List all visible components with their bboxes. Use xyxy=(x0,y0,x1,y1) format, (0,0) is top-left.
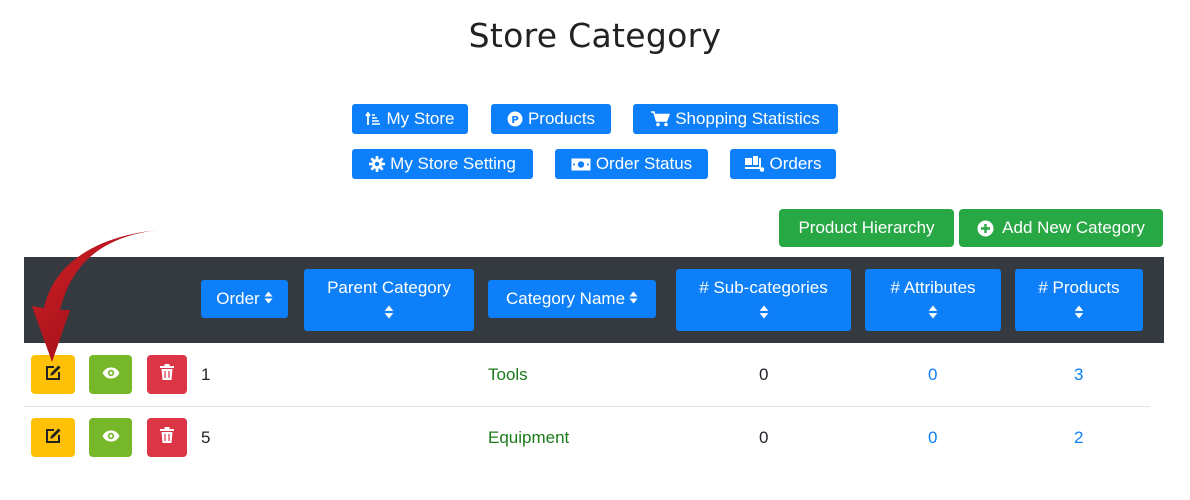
add-new-category-label: Add New Category xyxy=(1002,218,1145,237)
view-button[interactable] xyxy=(89,355,132,394)
product-hierarchy-button[interactable]: Product Hierarchy xyxy=(779,209,954,247)
sort-icon xyxy=(264,289,273,309)
add-new-category-button[interactable]: Add New Category xyxy=(959,209,1163,247)
truck-loading-icon xyxy=(744,156,765,172)
sub-categories-count: 0 xyxy=(759,428,769,447)
table-row: 5 Equipment 0 0 2 xyxy=(24,406,1150,469)
order-status-button[interactable]: Order Status xyxy=(555,149,708,179)
products-button[interactable]: P Products xyxy=(491,104,611,134)
gear-icon xyxy=(369,156,386,172)
sort-icon xyxy=(629,289,638,309)
attributes-count-link[interactable]: 0 xyxy=(928,365,937,385)
view-button[interactable] xyxy=(89,418,132,457)
table-row: 1 Tools 0 0 3 xyxy=(24,343,1150,407)
sort-icon xyxy=(1074,304,1084,324)
my-store-label: My Store xyxy=(386,109,455,128)
delete-button[interactable] xyxy=(147,355,187,394)
category-name-header-label: Category Name xyxy=(505,289,626,308)
orders-label: Orders xyxy=(769,154,822,173)
page-title: Store Category xyxy=(468,16,722,55)
category-name-link[interactable]: Equipment xyxy=(488,428,569,448)
sort-category-name-header[interactable]: Category Name xyxy=(488,280,656,318)
edit-button[interactable] xyxy=(31,418,75,457)
trash-icon xyxy=(160,427,174,448)
my-store-setting-label: My Store Setting xyxy=(390,154,516,173)
attributes-header-label: # Attributes xyxy=(890,278,976,297)
sub-categories-header-label: # Sub-categories xyxy=(699,278,828,297)
edit-button[interactable] xyxy=(31,355,75,394)
my-store-button[interactable]: My Store xyxy=(352,104,468,134)
sort-sub-categories-header[interactable]: # Sub-categories xyxy=(676,269,851,331)
attributes-count-link[interactable]: 0 xyxy=(928,428,937,448)
money-bill-icon xyxy=(571,158,591,171)
svg-text:P: P xyxy=(511,115,518,126)
products-count-link[interactable]: 3 xyxy=(1074,365,1083,385)
table-header: Order Parent Category Category Name # Su… xyxy=(24,257,1164,343)
edit-icon xyxy=(45,364,62,386)
sort-products-header[interactable]: # Products xyxy=(1015,269,1143,331)
sub-categories-count: 0 xyxy=(759,365,769,384)
shopping-statistics-label: Shopping Statistics xyxy=(675,109,820,128)
plus-circle-icon xyxy=(977,220,994,237)
sort-order-header[interactable]: Order xyxy=(201,280,288,318)
sort-attributes-header[interactable]: # Attributes xyxy=(865,269,1001,331)
sort-amount-icon xyxy=(365,111,381,127)
order-cell: 1 xyxy=(201,365,211,384)
eye-icon xyxy=(102,429,120,447)
order-header-label: Order xyxy=(216,289,260,308)
products-header-label: # Products xyxy=(1038,278,1120,297)
my-store-setting-button[interactable]: My Store Setting xyxy=(352,149,533,179)
delete-button[interactable] xyxy=(147,418,187,457)
category-name-link[interactable]: Tools xyxy=(488,365,528,385)
sort-icon xyxy=(384,304,394,324)
eye-icon xyxy=(102,366,120,384)
sort-icon xyxy=(928,304,938,324)
trash-icon xyxy=(160,364,174,385)
product-circle-icon: P xyxy=(507,111,523,127)
products-count-link[interactable]: 2 xyxy=(1074,428,1083,448)
orders-button[interactable]: Orders xyxy=(730,149,836,179)
order-cell: 5 xyxy=(201,428,211,447)
parent-category-header-label: Parent Category xyxy=(327,278,451,297)
order-status-label: Order Status xyxy=(595,154,693,173)
products-label: Products xyxy=(527,109,596,128)
sort-parent-category-header[interactable]: Parent Category xyxy=(304,269,474,331)
shopping-cart-icon xyxy=(651,111,671,127)
shopping-statistics-button[interactable]: Shopping Statistics xyxy=(633,104,838,134)
sort-icon xyxy=(759,304,769,324)
edit-icon xyxy=(45,427,62,449)
